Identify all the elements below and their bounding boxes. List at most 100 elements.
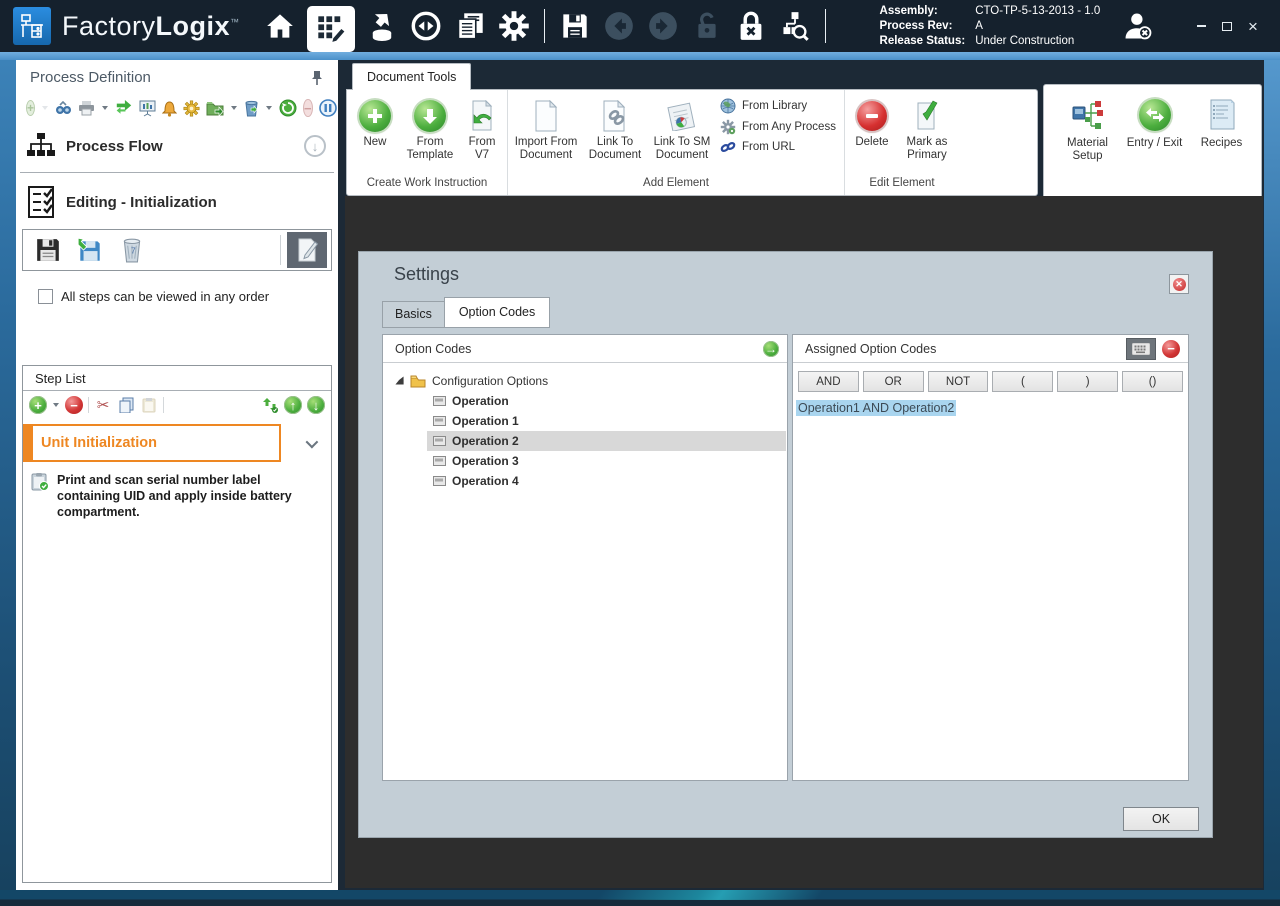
expander-icon[interactable] [395,376,403,384]
step-expand-chevron-icon[interactable] [306,435,319,448]
export-dropdown-icon[interactable] [231,106,237,110]
bell-icon[interactable] [162,99,177,117]
close-button[interactable]: × [1240,14,1266,38]
tree-item[interactable]: Operation 1 [383,411,787,431]
save-button[interactable] [558,6,592,46]
pause-icon[interactable] [319,99,337,117]
expression-text[interactable]: Operation1 AND Operation2 [796,400,956,416]
gear-icon[interactable] [183,99,200,117]
process-designer-button[interactable] [307,6,355,52]
documents-button[interactable] [453,6,487,46]
print-dropdown-icon[interactable] [102,106,108,110]
import-document-icon [534,100,558,132]
add-step-button[interactable]: + [29,396,47,414]
entry-exit-button[interactable]: Entry / Exit [1121,97,1188,199]
dialog-close-button[interactable]: ✕ [1169,274,1189,294]
toolbar-separator [544,9,545,43]
open-paren-button[interactable]: ( [992,371,1053,392]
unlock-button[interactable] [690,6,724,46]
process-search-button[interactable] [778,6,812,46]
sync-button[interactable] [409,6,443,46]
step-item[interactable]: Unit Initialization [23,424,325,462]
import-data-button[interactable] [365,6,399,46]
or-button[interactable]: OR [863,371,924,392]
paste-icon[interactable] [140,396,158,414]
material-setup-button[interactable]: Material Setup [1054,97,1121,199]
window-frame-left [0,60,16,890]
move-step-down-button[interactable]: ↓ [307,396,325,414]
export-folder-icon[interactable] [206,99,224,117]
from-any-process-button[interactable]: From Any Process [720,119,836,135]
entry-exit-icon [1139,99,1171,131]
from-v7-button[interactable]: From V7 [460,96,504,162]
assembly-label: Assembly: [880,4,966,19]
link-document-icon [602,100,628,132]
tree-root-row[interactable]: Configuration Options [383,371,787,391]
add-step-dropdown-icon[interactable] [53,403,59,407]
import-from-document-button[interactable]: Import From Document [511,96,581,162]
remove-assigned-button[interactable]: − [1162,340,1180,358]
tree-item[interactable]: Operation [383,391,787,411]
ok-button[interactable]: OK [1123,807,1199,831]
save-step-button[interactable] [30,234,66,266]
recycle-icon[interactable] [244,99,259,117]
tab-option-codes[interactable]: Option Codes [444,297,550,328]
delete-step-button[interactable]: 7 [114,234,150,266]
any-order-checkbox-row[interactable]: All steps can be viewed in any order [16,271,338,304]
any-order-checkbox[interactable] [38,289,53,304]
release-status-label: Release Status: [880,34,966,49]
back-button[interactable] [602,6,636,46]
assigned-option-codes-panel: Assigned Option Codes − AND OR NOT ( ) (… [792,334,1189,781]
edit-mode-button[interactable] [287,232,327,268]
tab-document-tools[interactable]: Document Tools [352,63,471,90]
add-dropdown-icon[interactable] [42,106,48,110]
mark-as-primary-button[interactable]: Mark as Primary [898,96,956,162]
minimize-button[interactable] [1188,14,1214,38]
print-icon[interactable] [78,99,95,117]
recipes-button[interactable]: Recipes [1188,97,1255,199]
process-flow-row[interactable]: Process Flow ↓ [16,118,338,160]
paren-pair-button[interactable]: () [1122,371,1183,392]
maximize-button[interactable] [1214,14,1240,38]
from-library-button[interactable]: From Library [720,98,836,114]
folder-icon [410,375,426,388]
logout-user-button[interactable] [1121,6,1155,46]
cut-icon[interactable]: ✂ [94,396,112,414]
option-code-icon [433,456,446,466]
move-step-up-button[interactable]: ↑ [284,396,302,414]
copy-icon[interactable] [117,396,135,414]
selected-step[interactable]: Unit Initialization [23,424,281,462]
from-url-button[interactable]: From URL [720,140,836,154]
import-template-button[interactable] [72,234,108,266]
not-button[interactable]: NOT [928,371,989,392]
assign-option-button[interactable]: → [763,341,779,357]
reorder-check-icon[interactable] [261,396,279,414]
swap-icon[interactable] [115,99,133,117]
home-button[interactable] [263,6,297,46]
tree-item-selected[interactable]: Operation 2 [383,431,787,451]
tab-basics[interactable]: Basics [382,301,445,328]
presentation-icon[interactable] [139,99,156,117]
refresh-icon[interactable] [279,99,297,117]
settings-gear-button[interactable] [497,6,531,46]
remove-icon[interactable]: − [303,99,313,117]
operator-buttons: AND OR NOT ( ) () [793,363,1188,392]
delete-element-button[interactable]: Delete [848,96,896,149]
close-paren-button[interactable]: ) [1057,371,1118,392]
from-template-button[interactable]: From Template [402,96,458,162]
forward-button[interactable] [646,6,680,46]
recycle-dropdown-icon[interactable] [266,106,272,110]
tree-item[interactable]: Operation 4 [383,471,787,491]
new-button[interactable]: New [350,96,400,149]
pin-icon[interactable] [310,70,324,86]
and-button[interactable]: AND [798,371,859,392]
link-to-sm-document-button[interactable]: Link To SM Document [649,96,715,162]
link-to-document-button[interactable]: Link To Document [583,96,647,162]
lock-button[interactable] [734,6,768,46]
add-process-button[interactable]: + [26,100,35,116]
find-icon[interactable] [55,99,72,117]
tree-item[interactable]: Operation 3 [383,451,787,471]
collapse-arrow-icon[interactable]: ↓ [304,135,326,157]
keyboard-entry-button[interactable] [1126,338,1156,360]
remove-step-button[interactable]: − [65,396,83,414]
